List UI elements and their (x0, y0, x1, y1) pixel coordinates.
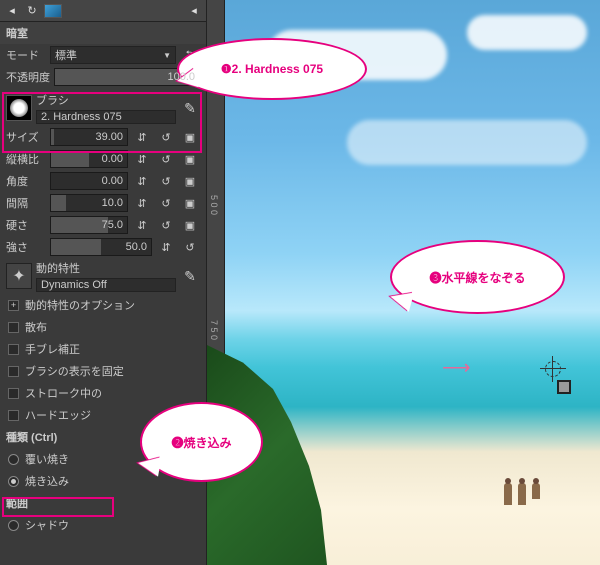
lock-brush-checkbox[interactable] (8, 366, 19, 377)
hardness-slider[interactable]: 75.0 (50, 216, 128, 234)
burn-label: 焼き込み (25, 473, 69, 489)
while-stroke-row[interactable]: ストローク中の (0, 382, 206, 404)
callout-2: ❷焼き込み (140, 402, 263, 482)
opacity-label: 不透明度 (6, 69, 50, 85)
hardness-value: 75.0 (102, 219, 123, 231)
dynamics-edit-icon[interactable]: ✎ (180, 267, 200, 285)
hardness-reset-icon[interactable]: ↺ (156, 216, 176, 234)
dynamics-row: ✦ 動的特性 Dynamics Off ✎ (0, 258, 206, 294)
spacing-label: 間隔 (6, 195, 46, 211)
dynamics-field[interactable]: Dynamics Off (36, 278, 176, 292)
angle-link-icon[interactable]: ▣ (180, 172, 200, 190)
force-value: 50.0 (126, 241, 147, 253)
dynamics-options-row[interactable]: 動的特性のオプション (0, 294, 206, 316)
hard-edge-checkbox[interactable] (8, 410, 19, 421)
ruler-tick-750: 7 5 0 (209, 320, 219, 340)
angle-row: 角度 0.00 ⇵ ↺ ▣ (0, 170, 206, 192)
dynamics-icon[interactable]: ✦ (6, 263, 32, 289)
dynamics-options-label: 動的特性のオプション (25, 297, 135, 313)
dodge-label: 覆い焼き (25, 451, 69, 467)
callout-3: ❸水平線をなぞる (390, 240, 565, 314)
force-slider[interactable]: 50.0 (50, 238, 152, 256)
shadow-radio[interactable] (8, 520, 19, 531)
brush-cursor (542, 358, 564, 380)
undo-redo-icon[interactable]: ↻ (24, 3, 40, 19)
tool-icon[interactable] (44, 4, 62, 18)
people-decor (504, 483, 540, 505)
size-slider[interactable]: 39.00 (50, 128, 128, 146)
aspect-value: 0.00 (102, 153, 123, 165)
scatter-label: 散布 (25, 319, 47, 335)
brush-section-label: ブラシ (36, 92, 176, 108)
aspect-row: 縦横比 0.00 ⇵ ↺ ▣ (0, 148, 206, 170)
callout-1: ❶2. Hardness 075 (177, 38, 367, 100)
lock-brush-label: ブラシの表示を固定 (25, 363, 124, 379)
spacing-slider[interactable]: 10.0 (50, 194, 128, 212)
shadow-label: シャドウ (25, 517, 69, 533)
brush-name-field[interactable]: 2. Hardness 075 (36, 110, 176, 124)
while-stroke-checkbox[interactable] (8, 388, 19, 399)
annotation-arrow: ⟶ (442, 355, 469, 380)
spacing-value: 10.0 (102, 197, 123, 209)
smooth-row[interactable]: 手ブレ補正 (0, 338, 206, 360)
dodge-radio[interactable] (8, 454, 19, 465)
angle-slider[interactable]: 0.00 (50, 172, 128, 190)
size-reset-icon[interactable]: ↺ (156, 128, 176, 146)
dynamics-label: 動的特性 (36, 260, 176, 276)
anchor-handle[interactable] (557, 380, 571, 394)
lock-brush-row[interactable]: ブラシの表示を固定 (0, 360, 206, 382)
scatter-checkbox[interactable] (8, 322, 19, 333)
spacing-row: 間隔 10.0 ⇵ ↺ ▣ (0, 192, 206, 214)
size-row: サイズ 39.00 ⇵ ↺ ▣ (0, 126, 206, 148)
smooth-checkbox[interactable] (8, 344, 19, 355)
force-label: 強さ (6, 239, 46, 255)
mode-dropdown[interactable]: 標準 ▼ (50, 46, 176, 64)
size-label: サイズ (6, 129, 46, 145)
angle-label: 角度 (6, 173, 46, 189)
brush-section-row: ブラシ 2. Hardness 075 ✎ (0, 88, 206, 126)
aspect-stepper-icon[interactable]: ⇵ (132, 150, 152, 168)
aspect-reset-icon[interactable]: ↺ (156, 150, 176, 168)
size-link-icon[interactable]: ▣ (180, 128, 200, 146)
hardness-label: 硬さ (6, 217, 46, 233)
spacing-stepper-icon[interactable]: ⇵ (132, 194, 152, 212)
shadow-row[interactable]: シャドウ (0, 514, 206, 536)
spacing-link-icon[interactable]: ▣ (180, 194, 200, 212)
hardness-stepper-icon[interactable]: ⇵ (132, 216, 152, 234)
while-stroke-label: ストローク中の (25, 385, 102, 401)
panel-toolbar: ◂ ↻ ◂ (0, 0, 206, 22)
angle-stepper-icon[interactable]: ⇵ (132, 172, 152, 190)
burn-radio[interactable] (8, 476, 19, 487)
force-row: 強さ 50.0 ⇵ ↺ (0, 236, 206, 258)
angle-value: 0.00 (102, 175, 123, 187)
aspect-label: 縦横比 (6, 151, 46, 167)
brush-preview[interactable] (6, 95, 32, 121)
smooth-label: 手ブレ補正 (25, 341, 80, 357)
hardness-link-icon[interactable]: ▣ (180, 216, 200, 234)
mode-row: モード 標準 ▼ ⮌ (0, 44, 206, 66)
scatter-row[interactable]: 散布 (0, 316, 206, 338)
mode-value: 標準 (55, 47, 77, 63)
panel-menu-icon[interactable]: ◂ (186, 3, 202, 19)
aspect-link-icon[interactable]: ▣ (180, 150, 200, 168)
ruler-tick-500: 5 0 0 (209, 195, 219, 215)
force-stepper-icon[interactable]: ⇵ (156, 238, 176, 256)
spacing-reset-icon[interactable]: ↺ (156, 194, 176, 212)
back-icon[interactable]: ◂ (4, 3, 20, 19)
size-stepper-icon[interactable]: ⇵ (132, 128, 152, 146)
opacity-value: 100.0 (167, 71, 195, 83)
hard-edge-label: ハードエッジ (25, 407, 91, 423)
angle-reset-icon[interactable]: ↺ (156, 172, 176, 190)
mode-label: モード (6, 47, 46, 63)
aspect-slider[interactable]: 0.00 (50, 150, 128, 168)
chevron-down-icon: ▼ (163, 51, 171, 60)
size-value: 39.00 (95, 131, 123, 143)
range-section: 範囲 (0, 492, 206, 514)
darkroom-header: 暗室 (0, 22, 206, 44)
hardness-row: 硬さ 75.0 ⇵ ↺ ▣ (0, 214, 206, 236)
force-reset-icon[interactable]: ↺ (180, 238, 200, 256)
brush-edit-icon[interactable]: ✎ (180, 99, 200, 117)
expand-icon[interactable] (8, 300, 19, 311)
